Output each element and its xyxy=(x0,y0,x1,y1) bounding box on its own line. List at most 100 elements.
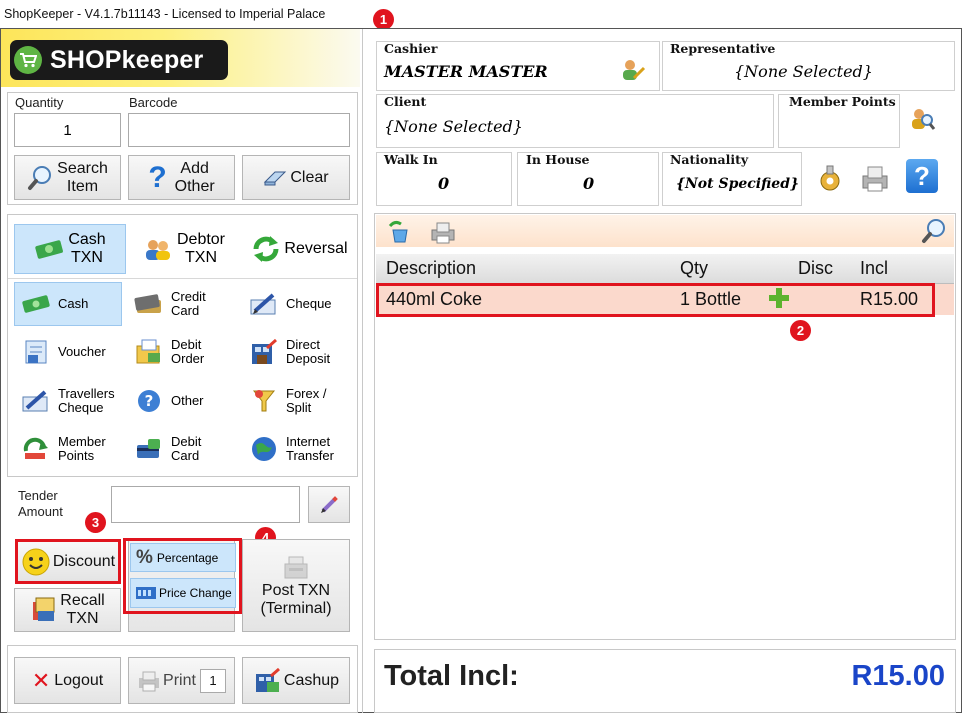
payment-cheque[interactable]: Cheque xyxy=(248,290,332,318)
recall-label-1: Recall xyxy=(60,592,105,609)
payment-debit-card[interactable]: Debit Card xyxy=(133,435,201,463)
printer-icon xyxy=(139,671,160,691)
payment-direct-deposit-label-1: Direct xyxy=(286,337,320,352)
total-value: R15.00 xyxy=(851,660,945,692)
window-title: ShopKeeper - V4.1.7b11143 - Licensed to … xyxy=(4,7,326,21)
debit-order-icon xyxy=(133,338,165,366)
eraser-icon xyxy=(264,171,287,185)
direct-deposit-icon xyxy=(248,338,280,366)
magnifier-icon xyxy=(922,219,945,243)
debit-card-icon xyxy=(133,435,165,463)
line-item-highlight xyxy=(376,283,935,317)
credit-card-icon xyxy=(133,290,165,318)
forex-icon xyxy=(248,387,280,415)
settings-button[interactable] xyxy=(815,163,845,198)
cashup-button[interactable]: Cashup xyxy=(242,657,350,704)
print-label: Print xyxy=(163,671,196,689)
cash-txn-icon xyxy=(35,240,64,259)
price-tag-icon xyxy=(136,587,156,599)
price-change-option[interactable]: Price Change xyxy=(130,578,236,608)
discount-button[interactable]: Discount xyxy=(15,539,121,584)
column-qty[interactable]: Qty xyxy=(680,258,708,279)
post-txn-label-1: Post TXN xyxy=(261,581,331,599)
payment-other[interactable]: ? Other xyxy=(133,387,204,415)
logout-label: Logout xyxy=(54,671,104,689)
print-copies-input[interactable]: 1 xyxy=(199,668,226,693)
percentage-option[interactable]: % Percentage xyxy=(130,543,236,572)
printer-icon xyxy=(862,166,888,192)
question-mark-icon: ? xyxy=(148,160,167,194)
payment-debit-order-label-2: Order xyxy=(171,351,205,366)
gear-icon xyxy=(820,165,840,191)
grid-print-button[interactable] xyxy=(430,220,456,249)
payment-internet-transfer[interactable]: Internet Transfer xyxy=(248,435,334,463)
smiley-icon xyxy=(22,548,50,575)
tab-reversal[interactable]: Reversal xyxy=(244,224,354,274)
travellers-cheque-icon xyxy=(20,387,52,415)
payment-debit-order[interactable]: Debit Order xyxy=(133,338,204,366)
cashier-value: MASTER MASTER xyxy=(384,62,548,81)
recall-txn-button[interactable]: Recall TXN xyxy=(14,588,121,632)
payment-voucher[interactable]: Voucher xyxy=(20,338,106,366)
client-search-button[interactable] xyxy=(910,106,936,137)
column-incl[interactable]: Incl xyxy=(860,258,888,279)
add-label-1: Add xyxy=(180,159,209,177)
callout-2: 2 xyxy=(790,320,811,341)
payment-travellers-label-1: Travellers xyxy=(58,386,115,401)
cashup-label: Cashup xyxy=(283,671,340,689)
payment-internet-label-1: Internet xyxy=(286,434,331,449)
payment-forex-split[interactable]: Forex / Split xyxy=(248,387,326,415)
cash-txn-label-2: TXN xyxy=(70,249,103,266)
discount-label: Discount xyxy=(52,552,116,570)
print-button[interactable]: Print 1 xyxy=(128,657,235,704)
tab-debtor-txn[interactable]: Debtor TXN xyxy=(128,224,240,274)
tender-edit-button[interactable] xyxy=(308,486,350,523)
refresh-button[interactable] xyxy=(387,220,413,249)
post-txn-button[interactable]: Post TXN (Terminal) xyxy=(242,539,350,632)
close-icon: ✕ xyxy=(31,667,51,693)
payment-forex-label-2: Split xyxy=(286,400,312,415)
barcode-input[interactable] xyxy=(128,113,350,147)
recall-icon xyxy=(33,597,55,621)
payment-debit-order-label-1: Debit xyxy=(171,337,202,352)
percent-icon: % xyxy=(136,546,153,568)
representative-label: Representative xyxy=(670,41,776,56)
column-description[interactable]: Description xyxy=(386,258,476,279)
payment-debit-card-label-1: Debit xyxy=(171,434,202,449)
payment-member-points[interactable]: Member Points xyxy=(20,435,106,463)
search-item-button[interactable]: Search Item xyxy=(14,155,121,200)
callout-3: 3 xyxy=(85,512,106,533)
pencil-icon xyxy=(321,495,338,513)
tender-label-1: Tender xyxy=(18,488,58,503)
payment-internet-label-2: Transfer xyxy=(286,448,334,463)
grid-search-button[interactable] xyxy=(920,217,948,250)
payment-direct-deposit-label-2: Deposit xyxy=(286,351,331,366)
question-icon: ? xyxy=(133,387,165,415)
payment-travellers-label-2: Cheque xyxy=(58,400,104,415)
tab-cash-txn[interactable]: Cash TXN xyxy=(14,224,126,274)
help-button[interactable]: ? xyxy=(906,159,938,193)
payment-member-label-2: Points xyxy=(58,448,95,463)
quantity-input[interactable]: 1 xyxy=(14,113,121,147)
add-label-2: Other xyxy=(174,177,215,195)
payment-direct-deposit[interactable]: Direct Deposit xyxy=(248,338,330,366)
percentage-label: Percentage xyxy=(156,550,219,565)
logout-button[interactable]: ✕ Logout xyxy=(14,657,121,704)
printer-settings-button[interactable] xyxy=(860,163,890,198)
column-disc[interactable]: Disc xyxy=(798,258,833,279)
add-other-button[interactable]: ? Add Other xyxy=(128,155,235,200)
clear-label: Clear xyxy=(290,168,329,186)
clear-button[interactable]: Clear xyxy=(242,155,350,200)
representative-value: {None Selected} xyxy=(734,62,873,81)
cash-txn-label-1: Cash xyxy=(68,231,106,248)
payment-credit-card[interactable]: Credit Card xyxy=(133,290,206,318)
payment-cheque-label: Cheque xyxy=(286,296,332,311)
cashier-select-button[interactable] xyxy=(620,58,646,87)
payment-other-label: Other xyxy=(171,393,204,408)
barcode-label: Barcode xyxy=(129,95,178,110)
payment-travellers-cheque[interactable]: Travellers Cheque xyxy=(20,387,115,415)
payment-cash[interactable]: Cash xyxy=(20,290,88,318)
tender-amount-input[interactable] xyxy=(111,486,300,523)
svg-text:?: ? xyxy=(145,392,154,410)
bucket-refresh-icon xyxy=(388,220,408,243)
